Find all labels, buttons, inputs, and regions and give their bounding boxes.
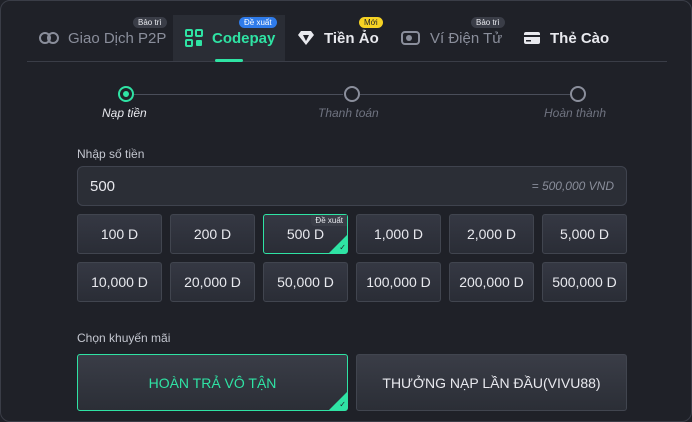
p2p-exchange-icon xyxy=(39,29,59,47)
maintenance-badge: Bảo trì xyxy=(133,17,167,28)
tab-crypto-label: Tiền Ảo xyxy=(324,29,379,47)
chip-label: 5,000 D xyxy=(559,226,610,242)
new-badge: Mới xyxy=(359,17,383,28)
tab-codepay-label: Codepay xyxy=(212,29,276,47)
amount-label: Nhập số tiền xyxy=(77,147,145,161)
tab-p2p[interactable]: Giao Dịch P2P Bảo trì xyxy=(27,15,173,61)
chip-label: 500,000 D xyxy=(552,274,617,290)
tab-crypto[interactable]: Tiền Ảo Mới xyxy=(285,15,385,61)
step-connector xyxy=(360,94,570,95)
step-complete-indicator xyxy=(570,86,586,102)
step-complete-label: Hoàn thành xyxy=(544,106,607,120)
card-icon xyxy=(523,29,541,47)
chip-label: 200,000 D xyxy=(459,274,524,290)
amount-chip-5000[interactable]: 5,000 D xyxy=(542,214,627,254)
step-connector xyxy=(134,94,343,95)
amount-chip-1000[interactable]: 1,000 D xyxy=(356,214,441,254)
tab-e-wallet-label: Ví Điện Tử xyxy=(430,29,503,47)
tab-scratch-card[interactable]: Thẻ Cào xyxy=(511,15,619,61)
chip-label: 1,000 D xyxy=(373,226,424,242)
amount-chip-100000[interactable]: 100,000 D xyxy=(356,262,441,302)
step-deposit-indicator xyxy=(118,86,134,102)
chip-label: 100 D xyxy=(100,226,139,242)
active-tab-indicator xyxy=(215,59,243,62)
promo-label: HOÀN TRẢ VÔ TẬN xyxy=(148,374,277,391)
amount-value: 500 xyxy=(90,177,116,195)
amount-chip-100[interactable]: 100 D xyxy=(77,214,162,254)
amount-chip-500[interactable]: 500 D Đề xuất ✓ xyxy=(263,214,348,254)
tab-scratch-card-label: Thẻ Cào xyxy=(550,29,610,47)
step-deposit-label: Nạp tiền xyxy=(102,106,147,120)
chip-label: 20,000 D xyxy=(184,274,241,290)
amount-chip-2000[interactable]: 2,000 D xyxy=(449,214,534,254)
codepay-icon xyxy=(185,29,203,47)
amount-chip-10000[interactable]: 10,000 D xyxy=(77,262,162,302)
promo-unlimited-rebate[interactable]: HOÀN TRẢ VÔ TẬN ✓ xyxy=(77,354,348,411)
promo-first-deposit-bonus[interactable]: THƯỞNG NẠP LẦN ĐẦU(VIVU88) xyxy=(356,354,627,411)
amount-conversion: = 500,000 VND xyxy=(531,179,614,193)
chip-label: 100,000 D xyxy=(366,274,431,290)
amount-chip-50000[interactable]: 50,000 D xyxy=(263,262,348,302)
deposit-panel: Giao Dịch P2P Bảo trì Codepay Đề xuất Ti… xyxy=(0,0,692,422)
crypto-diamond-icon xyxy=(297,29,315,47)
chip-label: 10,000 D xyxy=(91,274,148,290)
step-payment-indicator xyxy=(344,86,360,102)
check-icon: ✓ xyxy=(339,243,346,252)
amount-input[interactable]: 500 = 500,000 VND xyxy=(77,166,627,206)
chip-label: 500 D xyxy=(286,226,325,242)
amount-chip-200000[interactable]: 200,000 D xyxy=(449,262,534,302)
chip-label: 50,000 D xyxy=(277,274,334,290)
promotion-label: Chọn khuyến mãi xyxy=(77,331,171,345)
step-payment-label: Thanh toán xyxy=(318,106,379,120)
recommended-badge: Đề xuất xyxy=(239,17,277,28)
promo-label: THƯỞNG NẠP LẦN ĐẦU(VIVU88) xyxy=(382,374,601,391)
e-wallet-icon xyxy=(401,29,421,47)
amount-chip-20000[interactable]: 20,000 D xyxy=(170,262,255,302)
amount-chip-200[interactable]: 200 D xyxy=(170,214,255,254)
tab-p2p-label: Giao Dịch P2P xyxy=(68,29,167,47)
chip-label: 200 D xyxy=(193,226,232,242)
check-icon: ✓ xyxy=(339,400,346,409)
progress-stepper: Nạp tiền Thanh toán Hoàn thành xyxy=(1,85,691,125)
recommended-badge: Đề xuất xyxy=(311,215,347,226)
chip-label: 2,000 D xyxy=(466,226,517,242)
payment-method-tabs: Giao Dịch P2P Bảo trì Codepay Đề xuất Ti… xyxy=(27,15,667,62)
tab-e-wallet[interactable]: Ví Điện Tử Bảo trì xyxy=(389,15,511,61)
tab-codepay[interactable]: Codepay Đề xuất xyxy=(173,15,285,62)
amount-chip-500000[interactable]: 500,000 D xyxy=(542,262,627,302)
maintenance-badge: Bảo trì xyxy=(471,17,505,28)
